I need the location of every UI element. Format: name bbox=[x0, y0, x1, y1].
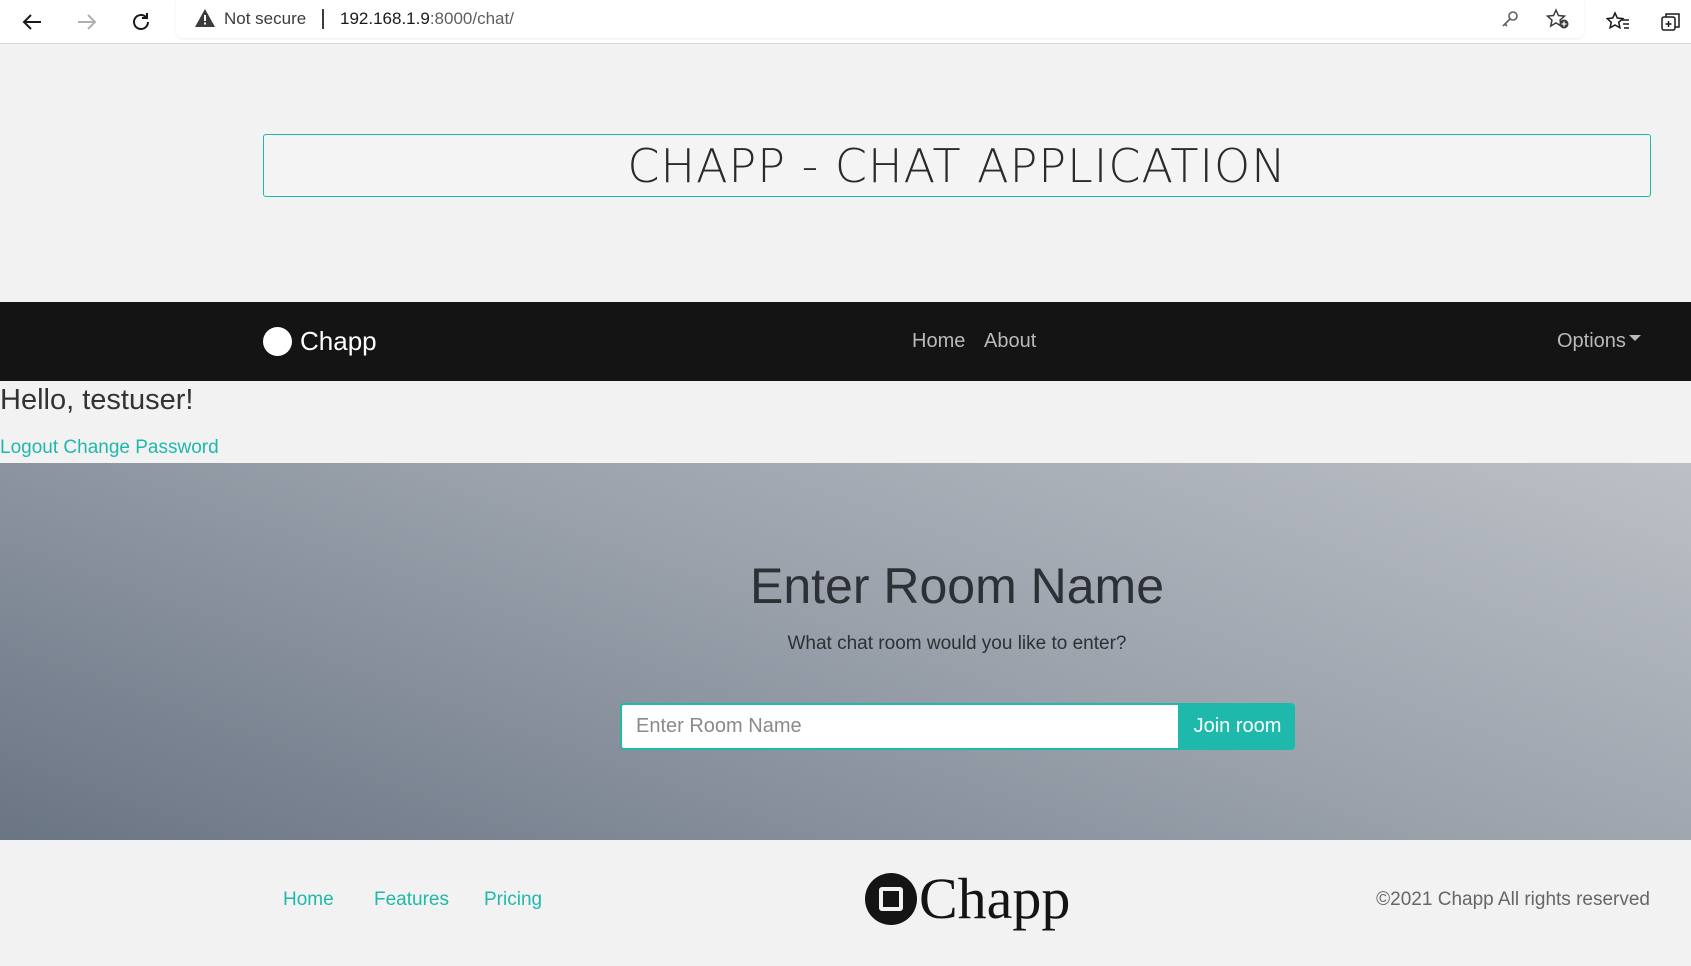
url-host: 192.168.1.9 bbox=[340, 9, 430, 28]
back-arrow-icon[interactable] bbox=[16, 6, 48, 38]
hero-title: Enter Room Name bbox=[749, 558, 1165, 614]
user-greeting: Hello, testuser! bbox=[0, 384, 194, 416]
user-links: Logout Change Password bbox=[0, 437, 219, 459]
navbar-brand[interactable]: Chapp bbox=[263, 326, 377, 357]
page-title-box: CHAPP - CHAT APPLICATION bbox=[263, 134, 1651, 197]
footer-logo-text: Chapp bbox=[919, 866, 1071, 931]
page-title: CHAPP - CHAT APPLICATION bbox=[627, 138, 1287, 193]
address-divider bbox=[322, 9, 324, 29]
collections-icon[interactable] bbox=[1655, 6, 1687, 38]
footer-logo[interactable]: Chapp bbox=[865, 870, 1070, 928]
room-name-input[interactable] bbox=[620, 703, 1180, 750]
address-bar[interactable]: Not secure 192.168.1.9:8000/chat/ bbox=[176, 0, 1584, 38]
add-favorite-icon[interactable] bbox=[1545, 8, 1570, 35]
reload-icon[interactable] bbox=[125, 6, 157, 38]
forward-arrow-icon[interactable] bbox=[71, 6, 103, 38]
nav-link-about[interactable]: About bbox=[984, 330, 1036, 353]
url-text[interactable]: 192.168.1.9:8000/chat/ bbox=[340, 9, 514, 29]
footer-link-pricing[interactable]: Pricing bbox=[484, 889, 542, 911]
copyright-text: ©2021 Chapp All rights reserved bbox=[1376, 889, 1650, 910]
room-entry-hero: Enter Room Name What chat room would you… bbox=[0, 463, 1691, 840]
nav-link-home[interactable]: Home bbox=[912, 330, 965, 353]
main-navbar: Chapp Home About Options bbox=[0, 302, 1691, 381]
hero-subtitle: What chat room would you like to enter? bbox=[787, 633, 1127, 654]
url-path: :8000/chat/ bbox=[429, 9, 514, 28]
key-icon[interactable] bbox=[1500, 9, 1520, 34]
favorites-icon[interactable] bbox=[1602, 6, 1634, 38]
options-label: Options bbox=[1557, 330, 1626, 352]
footer-link-features[interactable]: Features bbox=[374, 889, 449, 911]
chevron-down-icon bbox=[1628, 334, 1641, 341]
brand-name: Chapp bbox=[300, 326, 377, 356]
page-footer: Home Features Pricing Chapp ©2021 Chapp … bbox=[0, 840, 1691, 966]
join-room-button[interactable]: Join room bbox=[1180, 703, 1295, 750]
logout-link[interactable]: Logout bbox=[0, 437, 58, 458]
footer-link-home[interactable]: Home bbox=[283, 889, 334, 911]
browser-toolbar: Not secure 192.168.1.9:8000/chat/ bbox=[0, 0, 1691, 44]
warning-icon[interactable] bbox=[194, 8, 216, 33]
options-dropdown[interactable]: Options bbox=[1557, 330, 1641, 353]
security-label[interactable]: Not secure bbox=[224, 9, 306, 29]
brand-logo-icon bbox=[263, 327, 292, 356]
change-password-link[interactable]: Change Password bbox=[63, 437, 218, 458]
chat-logo-icon bbox=[865, 873, 917, 925]
